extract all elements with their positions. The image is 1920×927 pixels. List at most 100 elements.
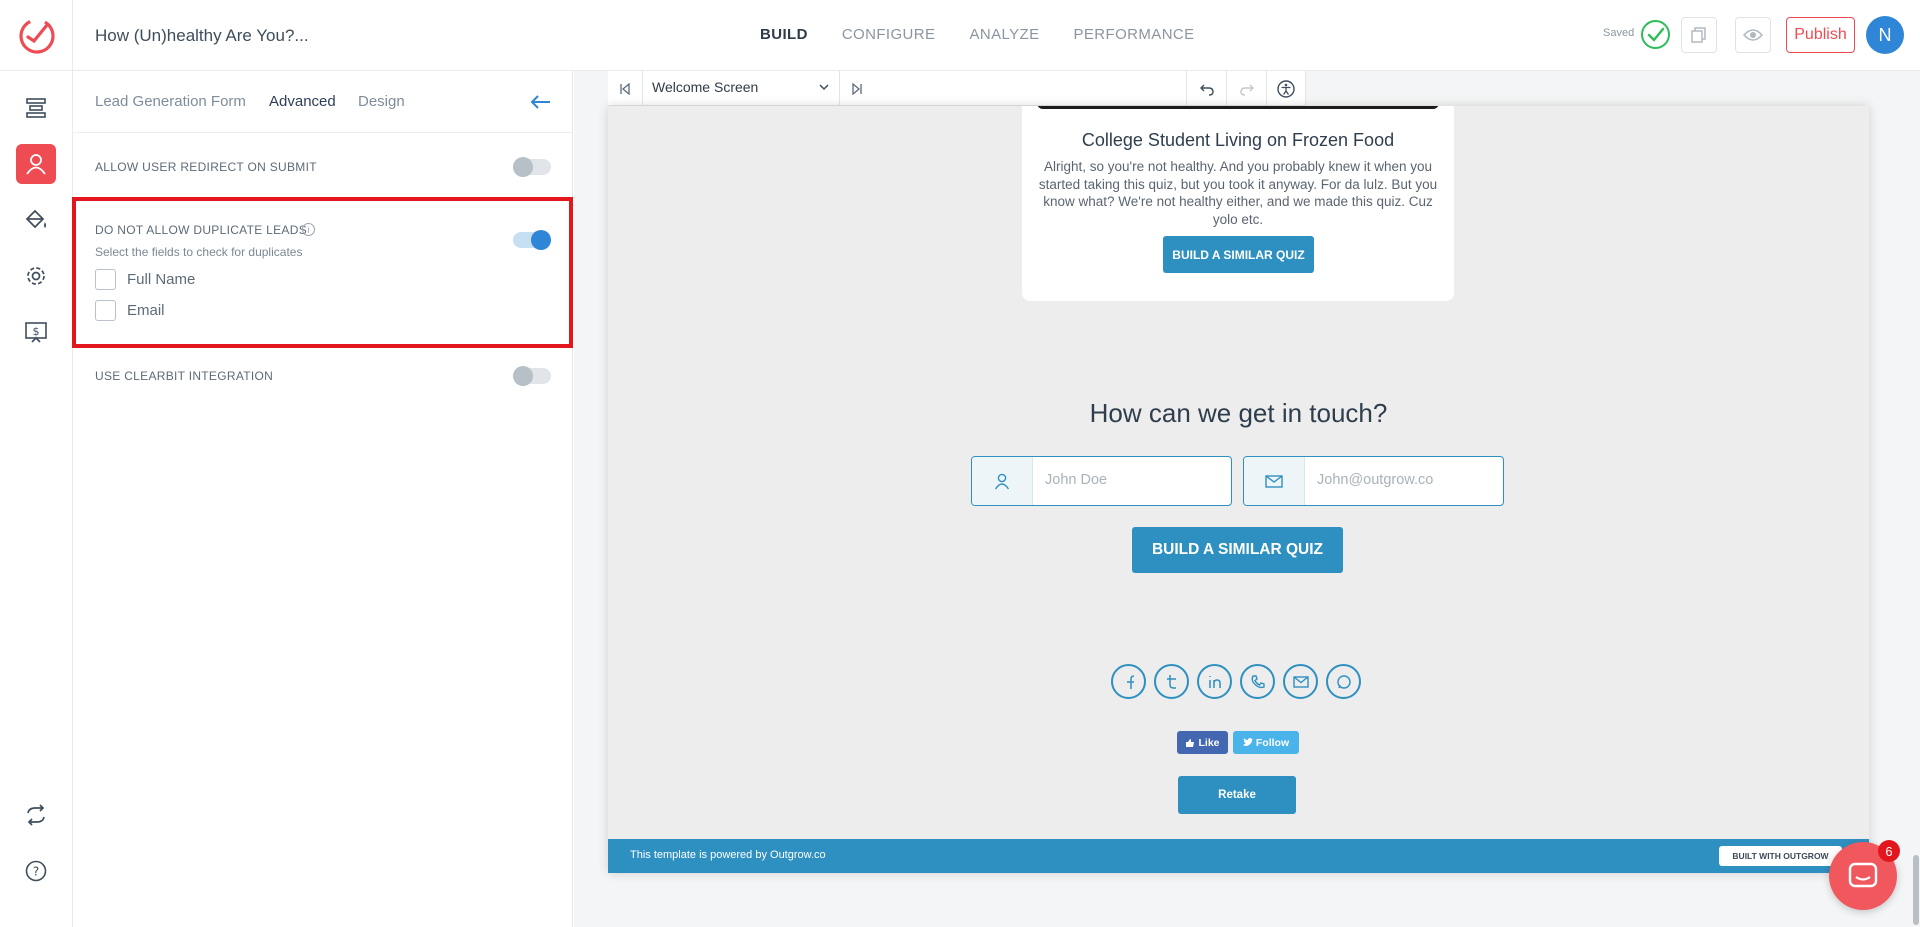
nav-analyze[interactable]: ANALYZE (969, 26, 1039, 43)
duplicate-leads-sublabel: Select the fields to check for duplicate… (95, 245, 303, 259)
sync-icon (27, 804, 45, 826)
name-placeholder: John Doe (1045, 472, 1108, 488)
info-icon[interactable]: i (302, 223, 315, 236)
whatsapp-icon[interactable] (1326, 664, 1361, 699)
publish-button[interactable]: Publish (1786, 17, 1855, 53)
preview-button[interactable] (1735, 17, 1771, 53)
facebook-like-button[interactable]: Like (1177, 731, 1228, 754)
panel-tabs: Lead Generation Form Advanced Design (73, 71, 573, 133)
tab-advanced[interactable]: Advanced (269, 93, 336, 110)
tab-design[interactable]: Design (358, 93, 405, 110)
chat-icon (1848, 862, 1878, 888)
facebook-icon[interactable] (1111, 664, 1146, 699)
paint-bucket-icon (25, 209, 46, 229)
last-screen-button[interactable] (840, 71, 874, 106)
phone-icon[interactable] (1240, 664, 1275, 699)
rail-lead-form[interactable] (16, 144, 56, 184)
user-field-icon-wrap (972, 457, 1033, 505)
preview-footer: This template is powered by Outgrow.co B… (608, 839, 1869, 873)
email-field[interactable]: John@outgrow.co (1243, 456, 1504, 506)
header-divider (72, 0, 73, 71)
eye-icon (1743, 29, 1763, 41)
accessibility-button[interactable] (1266, 71, 1306, 106)
gear-icon (27, 267, 45, 285)
redirect-label: ALLOW USER REDIRECT ON SUBMIT (95, 160, 317, 174)
top-bar: How (Un)healthy Are You?... BUILD CONFIG… (0, 0, 1920, 71)
user-icon (994, 473, 1010, 489)
rail-design[interactable] (16, 200, 56, 240)
skip-back-icon (620, 82, 630, 95)
back-arrow-icon[interactable] (528, 89, 554, 115)
nav-configure[interactable]: CONFIGURE (842, 26, 936, 43)
email-field-icon-wrap (1244, 457, 1305, 505)
avatar[interactable]: N (1866, 16, 1904, 54)
thumbs-up-icon (1186, 738, 1195, 747)
left-rail: $ ? (0, 71, 73, 927)
svg-text:?: ? (33, 865, 39, 879)
build-similar-quiz-button[interactable]: BUILD A SIMILAR QUIZ (1132, 527, 1343, 573)
clearbit-toggle[interactable] (513, 366, 551, 386)
rail-settings[interactable] (16, 256, 56, 296)
result-title: College Student Living on Frozen Food (1081, 130, 1395, 150)
email-label: Email (127, 302, 165, 319)
lead-form-heading: How can we get in touch? (1089, 398, 1388, 428)
screen-select[interactable]: Welcome Screen (642, 71, 840, 106)
twitter-bird-icon (1242, 738, 1253, 746)
result-description: Alright, so you're not healthy. And you … (1038, 159, 1438, 227)
scrollbar[interactable] (1913, 855, 1919, 925)
outgrow-logo[interactable] (17, 15, 57, 55)
undo-icon (1199, 84, 1214, 96)
svg-text:$: $ (33, 325, 40, 338)
mail-icon[interactable] (1283, 664, 1318, 699)
result-card: College Student Living on Frozen Food Al… (1022, 106, 1454, 301)
twitter-icon[interactable] (1154, 664, 1189, 699)
quiz-preview: College Student Living on Frozen Food Al… (608, 106, 1869, 873)
tab-lead-generation-form[interactable]: Lead Generation Form (95, 93, 246, 110)
full-name-label: Full Name (127, 271, 196, 288)
undo-button[interactable] (1186, 71, 1226, 106)
nav-performance[interactable]: PERFORMANCE (1073, 26, 1194, 43)
redo-button[interactable] (1226, 71, 1266, 106)
rail-help[interactable]: ? (16, 851, 56, 891)
saved-label: Saved (1603, 27, 1635, 39)
nav-build[interactable]: BUILD (760, 26, 808, 43)
retake-button[interactable]: Retake (1178, 776, 1296, 814)
social-share-row (1111, 664, 1361, 699)
chat-unread-badge: 6 (1878, 840, 1900, 862)
built-with-badge[interactable]: BUILT WITH OUTGROW (1719, 846, 1842, 866)
redirect-toggle[interactable] (513, 157, 551, 177)
accessibility-icon (1277, 79, 1295, 98)
first-screen-button[interactable] (608, 71, 642, 106)
build-similar-quiz-button-small[interactable]: BUILD A SIMILAR QUIZ (1163, 236, 1314, 273)
redo-icon (1239, 84, 1254, 96)
footer-text: This template is powered by Outgrow.co (630, 849, 826, 861)
rail-layout[interactable] (16, 88, 56, 128)
skip-forward-icon (852, 82, 862, 95)
user-icon (26, 154, 46, 175)
help-icon: ? (25, 860, 47, 882)
preview-toolbar: Welcome Screen (608, 71, 1306, 106)
screen-select-value: Welcome Screen (652, 79, 759, 95)
like-label: Like (1198, 736, 1220, 749)
full-name-checkbox[interactable] (95, 269, 116, 290)
email-placeholder: John@outgrow.co (1317, 472, 1434, 488)
mail-icon (1265, 474, 1283, 488)
duplicate-leads-toggle[interactable] (513, 230, 551, 250)
duplicate-button[interactable] (1681, 17, 1717, 53)
settings-panel: Lead Generation Form Advanced Design ALL… (72, 71, 573, 927)
pricing-icon: $ (25, 322, 47, 343)
name-field[interactable]: John Doe (971, 456, 1232, 506)
copy-icon (1691, 27, 1706, 43)
rail-sync[interactable] (16, 795, 56, 835)
saved-check-icon (1641, 20, 1670, 49)
twitter-follow-button[interactable]: Follow (1233, 731, 1299, 754)
duplicate-leads-label: DO NOT ALLOW DUPLICATE LEADS (95, 223, 308, 237)
layout-icon (26, 98, 46, 118)
follow-label: Follow (1255, 736, 1290, 749)
rail-pricing[interactable]: $ (16, 312, 56, 352)
email-checkbox[interactable] (95, 300, 116, 321)
result-image (1037, 106, 1439, 109)
main-nav: BUILD CONFIGURE ANALYZE PERFORMANCE (760, 26, 1195, 43)
linkedin-icon[interactable] (1197, 664, 1232, 699)
document-title[interactable]: How (Un)healthy Are You?... (95, 26, 309, 46)
